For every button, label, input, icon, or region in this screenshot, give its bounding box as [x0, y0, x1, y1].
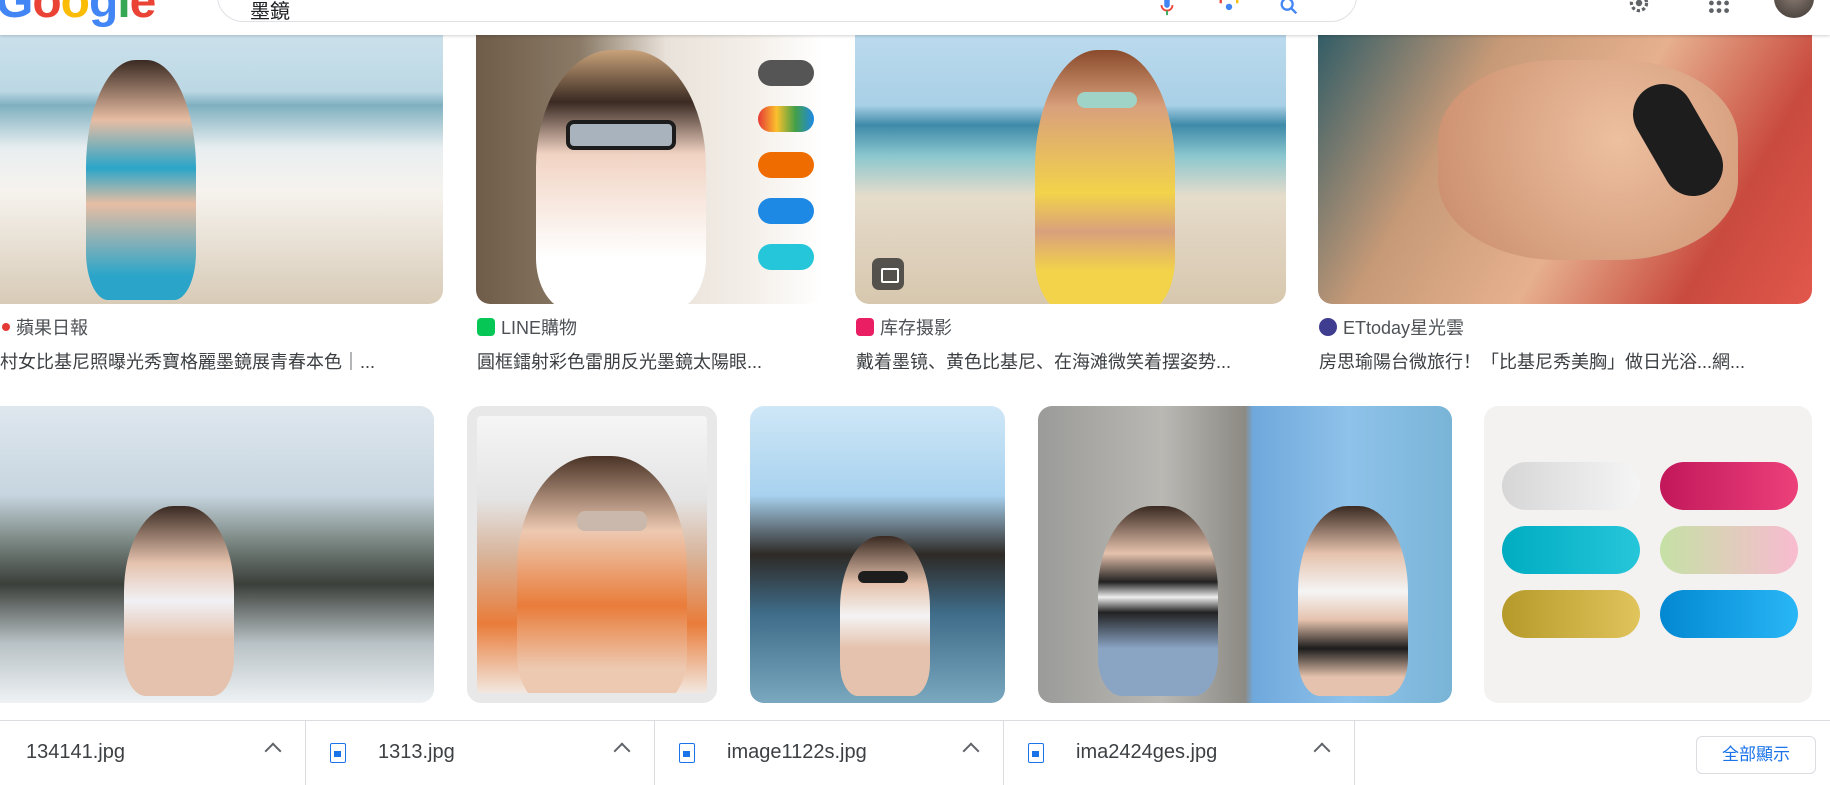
- sunglasses-swatch: [758, 60, 814, 86]
- image-result[interactable]: [1318, 20, 1812, 304]
- sunglasses-shape: [577, 511, 647, 531]
- image-result[interactable]: [855, 20, 1286, 304]
- ettoday-favicon-icon: [1319, 318, 1337, 336]
- sunglasses-swatch: [758, 106, 814, 132]
- result-source[interactable]: 库存摄影: [856, 314, 952, 340]
- sunglasses-shape: [1077, 92, 1137, 108]
- show-all-downloads-button[interactable]: 全部顯示: [1696, 736, 1816, 774]
- search-query-text[interactable]: 墨鏡: [250, 0, 290, 24]
- person-figure: [536, 50, 706, 304]
- sunglasses-swatch: [1502, 462, 1640, 510]
- sunglasses-shape: [858, 571, 908, 583]
- image-result[interactable]: [476, 20, 822, 304]
- person-figure: [1035, 50, 1175, 304]
- download-filename[interactable]: image1122s.jpg: [727, 741, 867, 764]
- sunglasses-shape: [566, 120, 676, 150]
- download-shelf: 134141.jpg 1313.jpg image1122s.jpg ima24…: [0, 720, 1830, 785]
- chevron-up-icon[interactable]: [962, 742, 980, 760]
- image-result[interactable]: [750, 406, 1005, 703]
- sunglasses-swatch: [1660, 590, 1798, 638]
- image-result[interactable]: [467, 406, 717, 703]
- google-header: Google 墨鏡: [0, 0, 1830, 35]
- download-item[interactable]: 134141.jpg: [0, 721, 306, 785]
- account-avatar[interactable]: [1772, 0, 1816, 20]
- person-figure: [840, 536, 930, 696]
- sunglasses-swatch: [1660, 462, 1798, 510]
- result-title[interactable]: 戴着墨镜、黄色比基尼、在海滩微笑着摆姿势...: [856, 348, 1287, 374]
- person-figure: [1298, 506, 1408, 696]
- sunglasses-swatch: [1502, 526, 1640, 574]
- image-icon: [872, 258, 904, 290]
- image-result[interactable]: [1484, 406, 1812, 703]
- chevron-up-icon[interactable]: [613, 742, 631, 760]
- sunglasses-swatch: [758, 152, 814, 178]
- chevron-up-icon[interactable]: [1313, 742, 1331, 760]
- person-figure: [1098, 506, 1218, 696]
- result-source[interactable]: ETtoday星光雲: [1319, 314, 1464, 340]
- file-icon: [679, 743, 695, 763]
- person-figure: [517, 456, 687, 693]
- download-item[interactable]: 1313.jpg: [306, 721, 655, 785]
- google-logo[interactable]: Google: [0, 0, 157, 28]
- image-result[interactable]: [1038, 406, 1452, 703]
- download-filename[interactable]: 1313.jpg: [378, 741, 455, 764]
- person-figure: [124, 506, 234, 696]
- logo-letter: l: [117, 0, 130, 28]
- download-item[interactable]: image1122s.jpg: [655, 721, 1004, 785]
- result-source-name: ETtoday星光雲: [1343, 318, 1465, 338]
- sunglasses-swatch: [1502, 590, 1640, 638]
- result-title[interactable]: 房思瑜陽台微旅行！「比基尼秀美胸」做日光浴...網...: [1319, 348, 1813, 374]
- result-source[interactable]: 蘋果日報: [2, 314, 88, 340]
- source-favicon-icon: [2, 323, 10, 331]
- result-source-name: 库存摄影: [880, 318, 952, 338]
- sunglasses-swatch: [758, 244, 814, 270]
- apps-grid-icon[interactable]: [1706, 0, 1732, 16]
- logo-letter: e: [129, 0, 157, 28]
- search-icon[interactable]: [1278, 0, 1300, 17]
- google-lens-icon[interactable]: [1218, 0, 1240, 17]
- person-figure: [86, 60, 196, 300]
- image-result[interactable]: [0, 406, 434, 703]
- line-favicon-icon: [477, 318, 495, 336]
- sunglasses-swatch: [758, 198, 814, 224]
- download-item[interactable]: ima2424ges.jpg: [1004, 721, 1355, 785]
- gear-icon[interactable]: [1626, 0, 1652, 16]
- stock-favicon-icon: [856, 318, 874, 336]
- result-source-name: LINE購物: [501, 318, 578, 338]
- result-source[interactable]: LINE購物: [477, 314, 577, 340]
- logo-letter: o: [32, 0, 61, 28]
- sunglasses-swatch: [1660, 526, 1798, 574]
- result-source-name: 蘋果日報: [16, 318, 88, 338]
- download-filename[interactable]: 134141.jpg: [26, 741, 125, 764]
- logo-letter: G: [0, 0, 33, 28]
- result-title[interactable]: 圓框鐳射彩色雷朋反光墨鏡太陽眼...: [477, 348, 823, 374]
- microphone-icon[interactable]: [1156, 0, 1178, 17]
- file-icon: [1028, 743, 1044, 763]
- image-result[interactable]: [0, 20, 443, 304]
- logo-letter: g: [89, 0, 118, 28]
- result-title[interactable]: 村女比基尼照曝光秀寶格麗墨鏡展青春本色｜...: [0, 348, 430, 374]
- logo-letter: o: [60, 0, 90, 28]
- chevron-up-icon[interactable]: [264, 742, 282, 760]
- file-icon: [330, 743, 346, 763]
- search-input[interactable]: 墨鏡: [217, 0, 1357, 24]
- download-filename[interactable]: ima2424ges.jpg: [1076, 741, 1217, 764]
